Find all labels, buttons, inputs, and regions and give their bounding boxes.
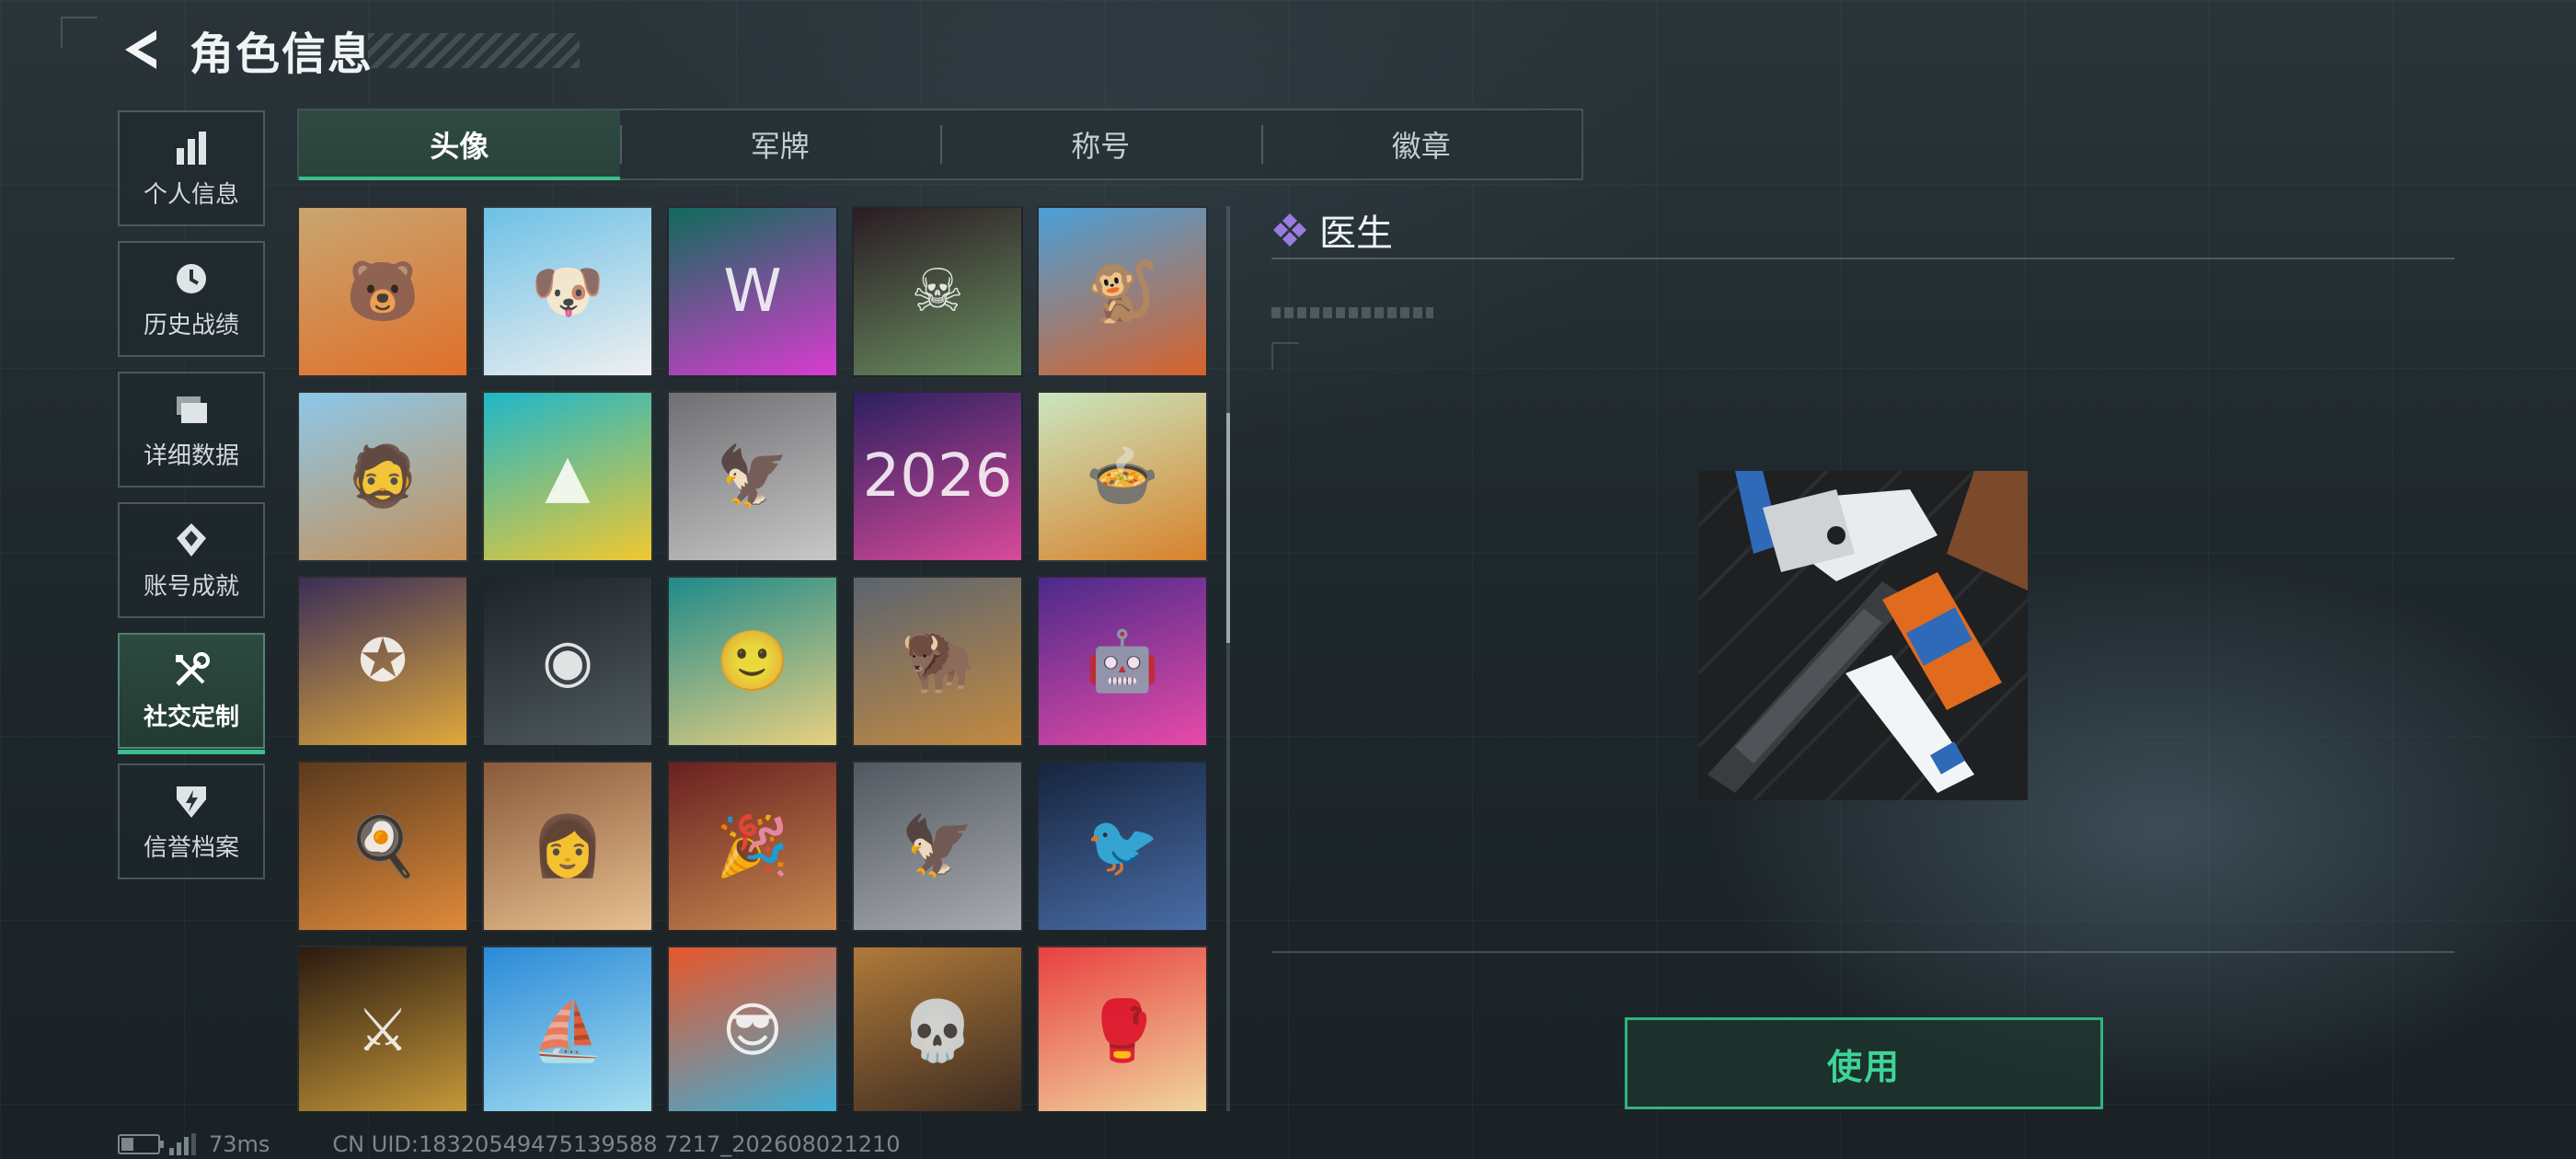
avatar-thumbnail: 🥊 (1086, 997, 1159, 1066)
avatar-option[interactable]: ⛵ (482, 946, 653, 1111)
avatar-option[interactable]: ✪ (297, 576, 468, 747)
tab-badge[interactable]: 徽章 (1260, 110, 1582, 178)
avatar-thumbnail: ◉ (542, 627, 593, 695)
sidebar-item-label: 个人信息 (143, 180, 239, 209)
tab-dog-tag[interactable]: 军牌 (619, 110, 941, 178)
avatar-preview (1698, 471, 2028, 800)
sidebar-nav: 个人信息 历史战绩 详细数据 账号成就 社交定制 信誉档案 (118, 110, 265, 894)
avatar-option[interactable]: 🦬 (852, 576, 1023, 747)
bar-chart-icon (171, 128, 212, 168)
signal-icon (169, 1133, 196, 1155)
corner-decoration (61, 17, 98, 48)
use-button-label: 使用 (1826, 1046, 1901, 1087)
back-button[interactable] (118, 25, 164, 75)
ping-value: 73ms (209, 1131, 270, 1157)
sidebar-item-personal-info[interactable]: 个人信息 (118, 110, 265, 226)
avatar-option[interactable]: 🐶 (482, 206, 653, 377)
avatar-grid: 🐻 🐶 W ☠ 🐒 🧔 ▲ 🦅 2026 🍲 ✪ ◉ 🙂 🦬 🤖 🍳 👩 🎉 🦅 🐦 ⚔ ⛵ 😎 💀 🥊 (297, 206, 1217, 1111)
avatar-thumbnail: ☠ (911, 258, 964, 326)
avatar-option[interactable]: 🤖 (1037, 576, 1208, 747)
avatar-thumbnail: 🐒 (1086, 258, 1159, 327)
user-uid: CN UID:18320549475139588 7217_2026080212… (332, 1131, 901, 1157)
avatar-option[interactable]: 🍳 (297, 761, 468, 932)
status-bar: 73ms CN UID:18320549475139588 7217_20260… (118, 1131, 901, 1157)
sidebar-item-label: 社交定制 (143, 703, 239, 731)
avatar-option[interactable]: 🍲 (1037, 391, 1208, 562)
avatar-thumbnail: ▲ (545, 442, 591, 511)
avatar-thumbnail: 🦅 (901, 812, 974, 881)
avatar-option[interactable]: ☠ (852, 206, 1023, 377)
avatar-thumbnail: 😎 (721, 997, 784, 1065)
scrollbar-thumb[interactable] (1226, 413, 1230, 643)
sidebar-item-social-customization[interactable]: 社交定制 (118, 633, 265, 754)
sidebar-item-label: 账号成就 (143, 572, 239, 601)
sidebar-item-achievements[interactable]: 账号成就 (118, 502, 265, 618)
page-title: 角色信息 (190, 29, 374, 80)
sidebar-item-label: 详细数据 (143, 442, 239, 470)
avatar-option[interactable]: 🎉 (667, 761, 838, 932)
sidebar-item-history[interactable]: 历史战绩 (118, 241, 265, 357)
back-arrow-icon (125, 30, 156, 69)
avatar-option[interactable]: ▲ (482, 391, 653, 562)
avatar-thumbnail: 🎉 (716, 812, 789, 881)
selected-avatar-name: 医生 (1319, 212, 1393, 255)
battery-icon (118, 1134, 164, 1154)
avatar-option[interactable]: 🙂 (667, 576, 838, 747)
avatar-option[interactable]: 👩 (482, 761, 653, 932)
avatar-option[interactable]: 🥊 (1037, 946, 1208, 1111)
avatar-thumbnail: 🦅 (716, 442, 789, 511)
avatar-option[interactable]: 2026 (852, 391, 1023, 562)
tools-icon (171, 650, 212, 691)
detail-subtitle-decoration (1271, 307, 1433, 318)
avatar-thumbnail: ⚔ (356, 997, 409, 1065)
avatar-thumbnail: 🦬 (901, 627, 974, 696)
avatar-thumbnail: 💀 (901, 997, 974, 1066)
avatar-thumbnail: 2026 (862, 442, 1013, 511)
folder-icon (171, 389, 212, 430)
avatar-option[interactable]: 🦅 (667, 391, 838, 562)
sidebar-item-label: 历史战绩 (143, 311, 239, 339)
avatar-option[interactable]: 🐻 (297, 206, 468, 377)
avatar-thumbnail: 🧔 (346, 442, 420, 511)
avatar-grid-scrollbar[interactable] (1226, 206, 1230, 1111)
title-decoration (368, 33, 580, 68)
achievement-icon (171, 520, 212, 560)
avatar-option[interactable]: W (667, 206, 838, 377)
rarity-diamond-icon (1273, 213, 1306, 247)
credit-shield-icon (171, 781, 212, 821)
sidebar-item-label: 信誉档案 (143, 833, 239, 862)
tab-avatar[interactable]: 头像 (299, 110, 620, 180)
avatar-thumbnail: 🍲 (1086, 442, 1159, 511)
avatar-option[interactable]: 💀 (852, 946, 1023, 1111)
detail-divider (1271, 951, 2455, 953)
avatar-preview-image (1698, 471, 2028, 800)
avatar-option[interactable]: ◉ (482, 576, 653, 747)
sidebar-item-detailed-data[interactable]: 详细数据 (118, 372, 265, 488)
avatar-thumbnail: 🐶 (531, 258, 604, 327)
page-header: 角色信息 (118, 22, 374, 80)
avatar-thumbnail: 🙂 (716, 627, 789, 696)
avatar-thumbnail: 🐻 (346, 258, 420, 327)
avatar-option[interactable]: ⚔ (297, 946, 468, 1111)
avatar-thumbnail: 🍳 (346, 812, 420, 881)
history-clock-icon (171, 258, 212, 299)
avatar-option[interactable]: 🦅 (852, 761, 1023, 932)
category-tabs: 头像 军牌 称号 徽章 (297, 109, 1583, 180)
frame-corner (1271, 342, 1299, 370)
avatar-option[interactable]: 🧔 (297, 391, 468, 562)
tab-title[interactable]: 称号 (940, 110, 1261, 178)
use-button[interactable]: 使用 (1625, 1017, 2103, 1109)
avatar-thumbnail: W (723, 258, 782, 326)
avatar-option[interactable]: 🐦 (1037, 761, 1208, 932)
avatar-thumbnail: 🤖 (1086, 627, 1159, 696)
avatar-thumbnail: ⛵ (531, 997, 604, 1066)
avatar-thumbnail: 🐦 (1086, 812, 1159, 881)
sidebar-item-credit-record[interactable]: 信誉档案 (118, 763, 265, 879)
avatar-option[interactable]: 🐒 (1037, 206, 1208, 377)
avatar-thumbnail: ✪ (358, 627, 408, 695)
detail-header: 医生 (1271, 202, 2455, 259)
avatar-thumbnail: 👩 (531, 812, 604, 881)
avatar-option[interactable]: 😎 (667, 946, 838, 1111)
